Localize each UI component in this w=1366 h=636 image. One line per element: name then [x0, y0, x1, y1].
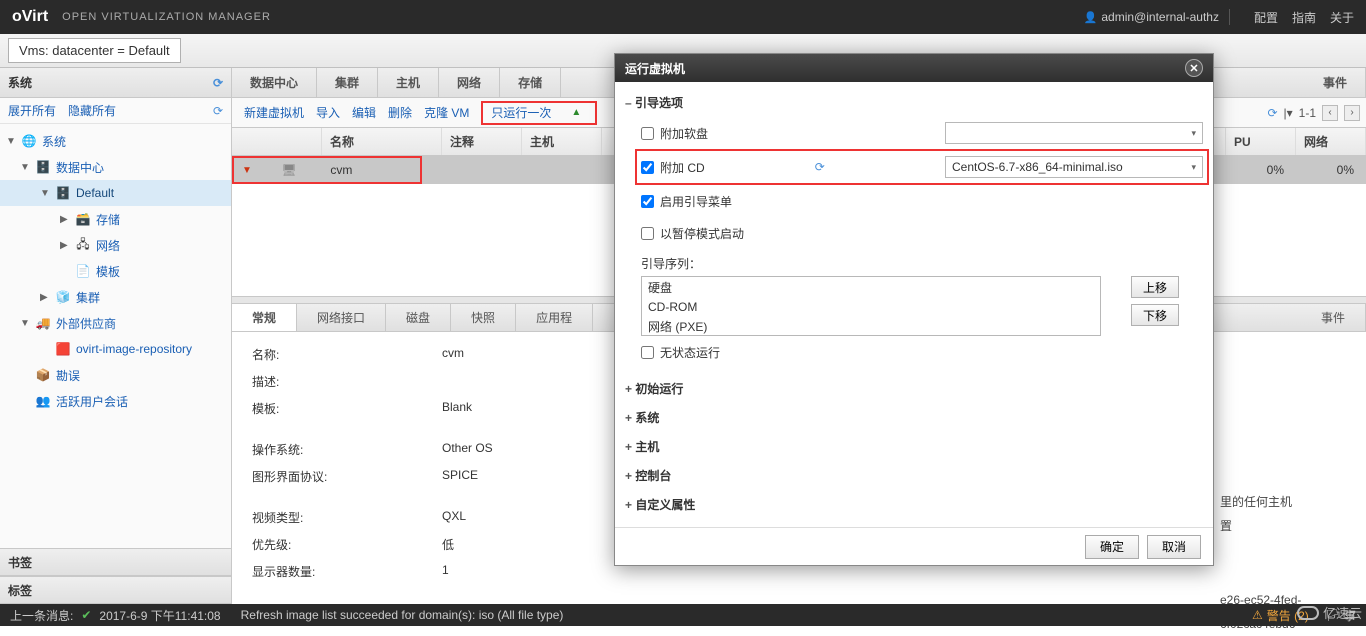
- run-vm-dialog: 运行虚拟机 ✕ 引导选项 附加软盘 ▾ 附加 CD ⟳ CentOS-6.7-x…: [614, 53, 1214, 566]
- section-initial-run[interactable]: 初始运行: [625, 374, 1203, 403]
- chk-attach-floppy[interactable]: [641, 127, 654, 140]
- section-system[interactable]: 系统: [625, 403, 1203, 432]
- lbl-attach-floppy: 附加软盘: [660, 125, 708, 142]
- btn-move-down[interactable]: 下移: [1131, 304, 1179, 326]
- chk-enable-boot-menu[interactable]: [641, 195, 654, 208]
- lbl-boot-sequence: 引导序列：: [641, 255, 1203, 272]
- close-icon[interactable]: ✕: [1185, 59, 1203, 77]
- chk-stateless[interactable]: [641, 346, 654, 359]
- lbl-attach-cd: 附加 CD: [660, 159, 705, 176]
- refresh-icon[interactable]: ⟳: [815, 160, 825, 174]
- lbl-pause-mode: 以暂停模式启动: [660, 225, 744, 242]
- boot-item[interactable]: 网络 (PXE): [642, 316, 1100, 336]
- section-boot-options[interactable]: 引导选项: [625, 88, 1203, 117]
- boot-item[interactable]: 硬盘: [642, 277, 1100, 298]
- section-custom-props[interactable]: 自定义属性: [625, 490, 1203, 519]
- combo-floppy[interactable]: ▾: [945, 122, 1203, 144]
- dialog-title: 运行虚拟机 ✕: [615, 54, 1213, 82]
- btn-ok[interactable]: 确定: [1085, 535, 1139, 559]
- btn-cancel[interactable]: 取消: [1147, 535, 1201, 559]
- section-host[interactable]: 主机: [625, 432, 1203, 461]
- combo-cd-iso[interactable]: CentOS-6.7-x86_64-minimal.iso▾: [945, 156, 1203, 178]
- section-console[interactable]: 控制台: [625, 461, 1203, 490]
- lbl-enable-boot-menu: 启用引导菜单: [660, 193, 732, 210]
- btn-move-up[interactable]: 上移: [1131, 276, 1179, 298]
- boot-item[interactable]: CD-ROM: [642, 298, 1100, 316]
- chk-pause-mode[interactable]: [641, 227, 654, 240]
- dialog-mask: 运行虚拟机 ✕ 引导选项 附加软盘 ▾ 附加 CD ⟳ CentOS-6.7-x…: [0, 0, 1366, 626]
- watermark: 亿速云: [1297, 603, 1362, 622]
- boot-sequence-list[interactable]: 硬盘 CD-ROM 网络 (PXE): [641, 276, 1101, 336]
- lbl-stateless: 无状态运行: [660, 344, 720, 361]
- chk-attach-cd[interactable]: [641, 161, 654, 174]
